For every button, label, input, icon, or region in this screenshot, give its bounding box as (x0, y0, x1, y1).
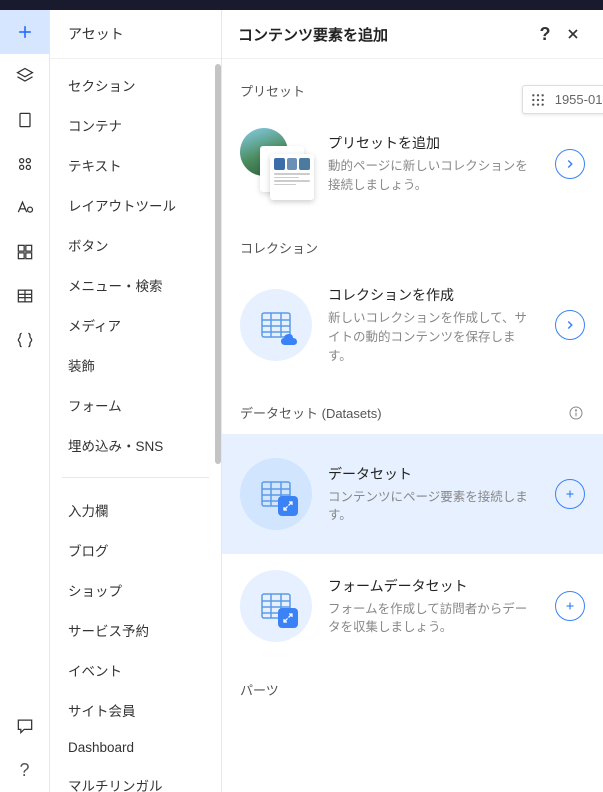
card-desc-dataset: コンテンツにページ要素を接続します。 (328, 488, 539, 526)
rail-typography-icon[interactable] (0, 186, 49, 230)
cloud-icon (280, 333, 298, 347)
form-dataset-add-button[interactable] (555, 591, 585, 621)
section-header-parts: パーツ (222, 658, 603, 711)
preset-thumb-icon (240, 128, 312, 200)
main-layout: ? アセット セクション コンテナ テキスト レイアウトツール ボタン メニュー… (0, 10, 603, 792)
sidebar-item-section[interactable]: セクション (50, 65, 221, 105)
info-icon[interactable] (567, 404, 585, 422)
sidebar-item-decor[interactable]: 装飾 (50, 345, 221, 385)
card-title-preset: プリセットを追加 (328, 133, 539, 153)
card-title-dataset: データセット (328, 464, 539, 484)
rail-layers-icon[interactable] (0, 54, 49, 98)
content-title: コンテンツ要素を追加 (238, 24, 531, 45)
rail-comment-icon[interactable] (0, 704, 49, 748)
section-header-collection: コレクション (222, 216, 603, 269)
card-title-form-dataset: フォームデータセット (328, 576, 539, 596)
sidebar-item-layout[interactable]: レイアウトツール (50, 185, 221, 225)
close-button[interactable] (559, 20, 587, 48)
sidebar: アセット セクション コンテナ テキスト レイアウトツール ボタン メニュー・検… (50, 10, 222, 792)
card-form-dataset[interactable]: フォームデータセット フォームを作成して訪問者からデータを収集しましょう。 (222, 554, 603, 658)
section-title-collection: コレクション (240, 238, 585, 257)
float-bar[interactable]: 1955-01-0 (522, 85, 603, 114)
sidebar-item-input[interactable]: 入力欄 (50, 490, 221, 530)
sidebar-item-text[interactable]: テキスト (50, 145, 221, 185)
collection-arrow-button[interactable] (555, 310, 585, 340)
rail-braces-icon[interactable] (0, 318, 49, 362)
grid-small-icon (531, 93, 545, 107)
rail-help-icon[interactable]: ? (0, 748, 49, 792)
sidebar-scrollbar[interactable] (215, 64, 221, 464)
help-button[interactable]: ? (531, 20, 559, 48)
sidebar-scroll[interactable]: セクション コンテナ テキスト レイアウトツール ボタン メニュー・検索 メディ… (50, 59, 221, 792)
collection-icon (240, 289, 312, 361)
sidebar-item-blog[interactable]: ブログ (50, 530, 221, 570)
preset-arrow-button[interactable] (555, 149, 585, 179)
sidebar-item-media[interactable]: メディア (50, 305, 221, 345)
sidebar-item-dashboard[interactable]: Dashboard (50, 730, 221, 765)
card-title-collection: コレクションを作成 (328, 285, 539, 305)
card-desc-collection: 新しいコレクションを作成して、サイトの動的コンテンツを保存します。 (328, 309, 539, 365)
top-bar (0, 0, 603, 10)
link-icon (278, 608, 298, 628)
section-title-parts: パーツ (240, 680, 585, 699)
sidebar-item-event[interactable]: イベント (50, 650, 221, 690)
card-desc-form-dataset: フォームを作成して訪問者からデータを収集しましょう。 (328, 600, 539, 638)
card-dataset[interactable]: データセット コンテンツにページ要素を接続します。 (222, 434, 603, 554)
sidebar-header: アセット (50, 10, 221, 59)
content-scroll[interactable]: プリセット (222, 59, 603, 792)
sidebar-item-button[interactable]: ボタン (50, 225, 221, 265)
link-icon (278, 496, 298, 516)
sidebar-item-multilingual[interactable]: マルチリンガル (50, 765, 221, 792)
card-preset[interactable]: プリセットを追加 動的ページに新しいコレクションを接続しましょう。 (222, 112, 603, 216)
sidebar-item-embed[interactable]: 埋め込み・SNS (50, 425, 221, 465)
icon-rail: ? (0, 10, 50, 792)
sidebar-item-members[interactable]: サイト会員 (50, 690, 221, 730)
form-dataset-icon (240, 570, 312, 642)
dataset-add-button[interactable] (555, 479, 585, 509)
sidebar-item-menu[interactable]: メニュー・検索 (50, 265, 221, 305)
card-desc-preset: 動的ページに新しいコレクションを接続しましょう。 (328, 157, 539, 195)
content-panel: コンテンツ要素を追加 ? 1955-01-0 プリセット (222, 10, 603, 792)
sidebar-item-form[interactable]: フォーム (50, 385, 221, 425)
content-header: コンテンツ要素を追加 ? (222, 10, 603, 59)
rail-apps-icon[interactable] (0, 142, 49, 186)
sidebar-divider (62, 477, 209, 478)
float-text: 1955-01-0 (555, 92, 603, 107)
sidebar-item-container[interactable]: コンテナ (50, 105, 221, 145)
card-collection[interactable]: コレクションを作成 新しいコレクションを作成して、サイトの動的コンテンツを保存し… (222, 269, 603, 381)
dataset-icon (240, 458, 312, 530)
rail-page-icon[interactable] (0, 98, 49, 142)
rail-plus-icon[interactable] (0, 10, 49, 54)
rail-grid-icon[interactable] (0, 230, 49, 274)
section-header-dataset: データセット (Datasets) (222, 381, 603, 434)
sidebar-item-booking[interactable]: サービス予約 (50, 610, 221, 650)
rail-table-icon[interactable] (0, 274, 49, 318)
section-title-dataset: データセット (Datasets) (240, 403, 567, 422)
sidebar-item-shop[interactable]: ショップ (50, 570, 221, 610)
